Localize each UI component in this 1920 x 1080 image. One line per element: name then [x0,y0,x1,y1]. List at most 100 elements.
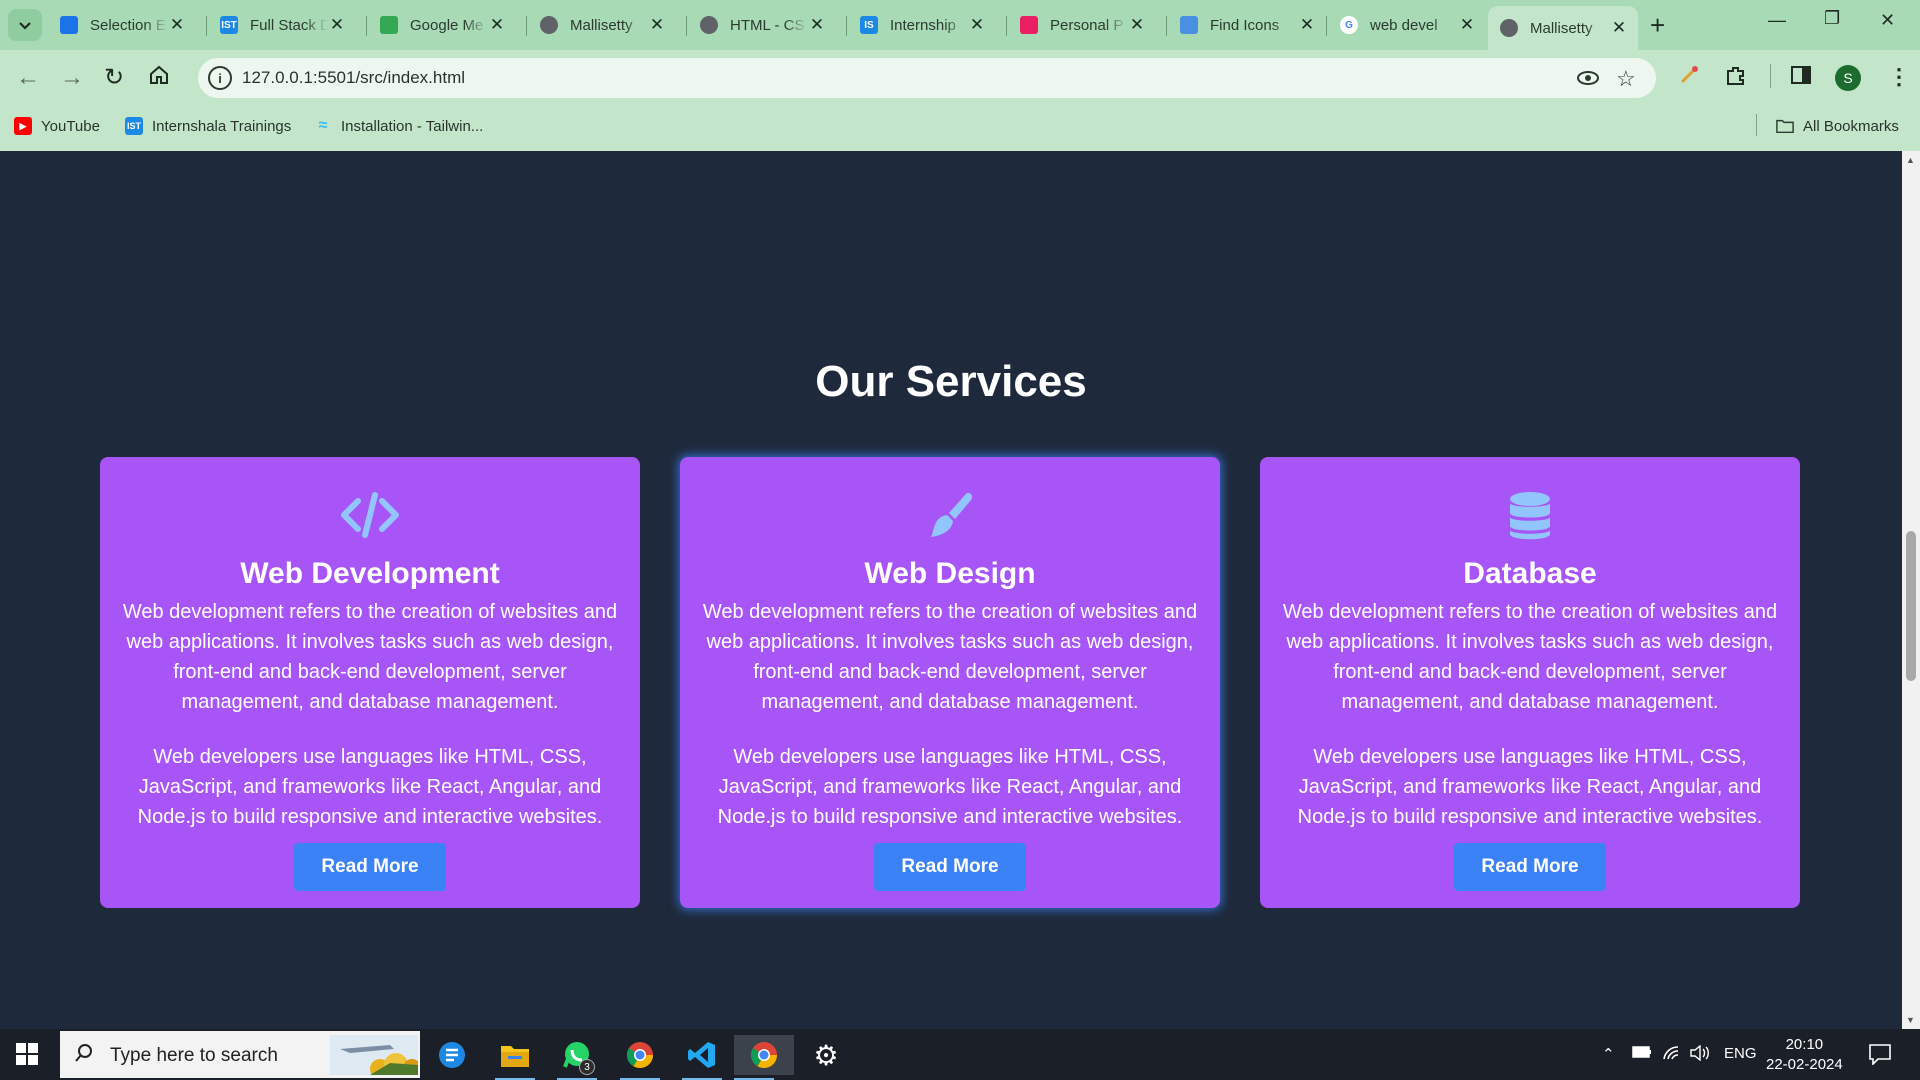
service-card: Database Web development refers to the c… [1260,457,1800,908]
browser-tab[interactable]: HTML - CS ✕ [688,8,836,42]
page-viewport: Our Services Web Development Web develop… [0,151,1902,1029]
browser-tab[interactable]: IS Internship ✕ [848,8,996,42]
tab-title: Google Me [410,16,484,34]
scroll-up-icon[interactable]: ▲ [1906,155,1915,165]
scrollbar-thumb[interactable] [1906,531,1916,681]
windows-start-button[interactable] [16,1043,38,1065]
tab-title: web devel [1370,16,1438,34]
reload-button[interactable]: ↻ [104,64,124,92]
close-icon[interactable]: ✕ [1458,15,1476,35]
taskbar-app-chrome[interactable] [734,1035,794,1080]
close-icon[interactable]: ✕ [808,15,826,35]
page-scrollbar[interactable]: ▲ ▼ [1902,151,1920,1029]
browser-tab[interactable]: Google Me ✕ [368,8,516,42]
taskbar-app-vscode[interactable] [682,1035,722,1080]
database-icon [1260,491,1800,541]
search-icon [74,1043,94,1069]
forward-button[interactable]: → [60,64,84,92]
close-window-button[interactable]: ✕ [1880,10,1895,31]
browser-tab-active[interactable]: Mallisetty ✕ [1488,6,1638,50]
browser-tab[interactable]: Personal P ✕ [1008,8,1156,42]
wifi-icon[interactable] [1662,1045,1682,1065]
tab-favicon-icon [1500,19,1518,37]
close-icon[interactable]: ✕ [648,15,666,35]
browser-tab[interactable]: G web devel ✕ [1328,8,1486,42]
taskbar-app-settings[interactable]: ⚙ [806,1035,846,1075]
close-icon[interactable]: ✕ [168,15,186,35]
tab-strip: Selection E ✕ IST Full Stack D ✕ Google … [0,0,1920,50]
tab-search-button[interactable] [8,9,42,41]
language-indicator[interactable]: ENG [1724,1045,1757,1062]
browser-tab[interactable]: Selection E ✕ [48,8,196,42]
read-more-button[interactable]: Read More [1454,843,1606,891]
bookmark-internshala[interactable]: IST Internshala Trainings [125,117,291,135]
bookmark-tailwind[interactable]: ≈ Installation - Tailwin... [314,117,484,135]
side-panel-icon[interactable] [1790,64,1812,92]
back-button[interactable]: ← [16,64,40,92]
card-description: Web development refers to the creation o… [122,601,618,713]
bookmark-label: Internshala Trainings [152,117,292,135]
tailwind-icon: ≈ [318,117,328,134]
tab-title: Full Stack D [250,16,328,34]
taskbar-search-box[interactable]: Type here to search [60,1031,420,1078]
home-button[interactable] [148,64,170,93]
url-text[interactable]: 127.0.0.1:5501/src/index.html [242,68,465,88]
color-picker-extension-icon[interactable] [1678,64,1700,92]
close-icon[interactable]: ✕ [968,15,986,35]
folder-icon [1776,117,1794,135]
close-icon[interactable]: ✕ [1128,15,1146,35]
card-title: Web Design [864,557,1036,590]
taskbar-app-whatsapp[interactable]: 3 [557,1035,597,1080]
card-description: Web developers use languages like HTML, … [717,746,1183,828]
notification-center-icon[interactable] [1868,1043,1892,1070]
profile-avatar[interactable]: S [1835,65,1861,91]
read-more-button[interactable]: Read More [294,843,446,891]
bookmark-star-icon[interactable]: ☆ [1616,66,1636,92]
card-description: Web development refers to the creation o… [702,601,1198,713]
taskbar-app-chrome-profile[interactable] [620,1035,660,1080]
notification-badge: 3 [579,1059,595,1075]
restore-button[interactable]: ❐ [1824,8,1840,29]
extensions-puzzle-icon[interactable] [1724,64,1748,94]
all-bookmarks-button[interactable]: All Bookmarks [1776,117,1899,135]
minimize-button[interactable]: — [1768,10,1786,31]
browser-tab[interactable]: Find Icons ✕ [1168,8,1326,42]
tab-title: Selection E [90,16,166,34]
search-placeholder: Type here to search [110,1045,278,1066]
bookmark-label: YouTube [41,117,100,135]
browser-tab[interactable]: IST Full Stack D ✕ [208,8,356,42]
address-bar[interactable]: i 127.0.0.1:5501/src/index.html ☆ [198,58,1656,98]
close-icon[interactable]: ✕ [1298,15,1316,35]
code-icon [100,491,640,541]
site-info-icon[interactable]: i [208,66,232,90]
tab-title: Personal P [1050,16,1124,34]
taskbar-app-teams[interactable] [432,1035,472,1075]
tab-favicon-icon [700,16,718,34]
system-clock[interactable]: 20:10 22-02-2024 [1766,1035,1843,1075]
card-title: Database [1463,557,1597,590]
battery-icon[interactable] [1632,1045,1652,1063]
taskbar-app-file-explorer[interactable] [495,1035,535,1080]
tab-favicon-icon [380,16,398,34]
bookmark-youtube[interactable]: ▶ YouTube [14,117,100,135]
clock-date: 22-02-2024 [1766,1056,1843,1073]
close-icon[interactable]: ✕ [1610,18,1628,38]
vscode-icon [688,1042,715,1068]
browser-tab[interactable]: Mallisetty ✕ [528,8,676,42]
tab-title: Find Icons [1210,16,1280,34]
eye-icon[interactable] [1576,66,1600,96]
service-card: Web Development Web development refers t… [100,457,640,908]
read-more-button[interactable]: Read More [874,843,1026,891]
close-icon[interactable]: ✕ [488,15,506,35]
chevron-up-icon[interactable]: ⌃ [1602,1045,1615,1063]
scroll-down-icon[interactable]: ▼ [1906,1015,1915,1025]
search-highlight-art-icon [330,1035,418,1075]
tab-favicon-icon [1180,16,1198,34]
tab-title: Mallisetty [570,16,633,34]
new-tab-button[interactable]: + [1650,12,1665,38]
volume-icon[interactable] [1690,1044,1712,1065]
menu-kebab-icon[interactable]: ⋮ [1888,64,1910,90]
paintbrush-icon [680,491,1220,541]
tab-favicon-icon [1020,16,1038,34]
close-icon[interactable]: ✕ [328,15,346,35]
